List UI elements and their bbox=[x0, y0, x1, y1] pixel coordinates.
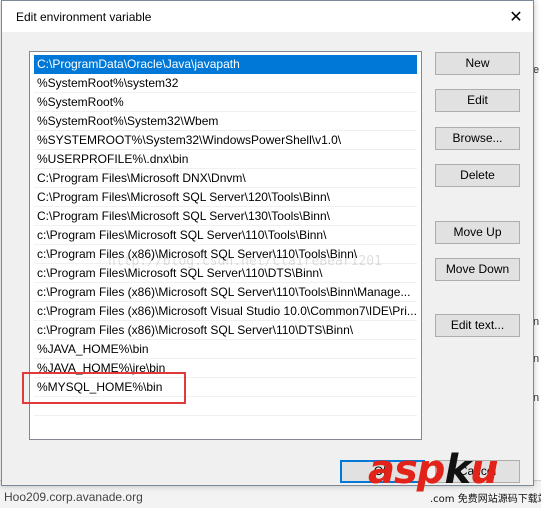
list-item[interactable]: %USERPROFILE%\.dnx\bin bbox=[34, 150, 417, 169]
move-up-button[interactable]: Move Up bbox=[435, 221, 520, 244]
list-item[interactable]: c:\Program Files (x86)\Microsoft Visual … bbox=[34, 302, 417, 321]
edit-button[interactable]: Edit bbox=[435, 89, 520, 112]
title-bar[interactable]: Edit environment variable ✕ bbox=[2, 1, 533, 32]
list-item[interactable]: C:\Program Files\Microsoft DNX\Dnvm\ bbox=[34, 169, 417, 188]
close-icon: ✕ bbox=[509, 8, 523, 26]
list-item[interactable]: c:\Program Files (x86)\Microsoft SQL Ser… bbox=[34, 321, 417, 340]
cancel-button[interactable]: Cancel bbox=[435, 460, 520, 483]
list-item[interactable]: %MYSQL_HOME%\bin bbox=[34, 378, 417, 397]
edit-text-button[interactable]: Edit text... bbox=[435, 314, 520, 337]
list-item[interactable]: C:\Program Files\Microsoft SQL Server\13… bbox=[34, 207, 417, 226]
ok-button[interactable]: OK bbox=[340, 460, 425, 483]
list-item[interactable]: %SystemRoot% bbox=[34, 93, 417, 112]
close-button[interactable]: ✕ bbox=[499, 1, 533, 32]
path-entries-list[interactable]: C:\ProgramData\Oracle\Java\javapath %Syst… bbox=[29, 51, 422, 440]
list-item[interactable]: c:\Program Files\Microsoft SQL Server\11… bbox=[34, 226, 417, 245]
delete-button[interactable]: Delete bbox=[435, 164, 520, 187]
edit-environment-variable-dialog: Edit environment variable ✕ C:\ProgramDa… bbox=[1, 0, 534, 486]
list-item[interactable]: c:\Program Files\Microsoft SQL Server\11… bbox=[34, 264, 417, 283]
desktop-stage: g g d e n n n Hoo209.corp.avanade.org Ed… bbox=[0, 0, 541, 508]
window-title: Edit environment variable bbox=[16, 10, 152, 24]
list-item[interactable]: %JAVA_HOME%\jre\bin bbox=[34, 359, 417, 378]
list-item[interactable]: C:\ProgramData\Oracle\Java\javapath bbox=[34, 55, 417, 74]
move-down-button[interactable]: Move Down bbox=[435, 258, 520, 281]
list-item[interactable]: %SystemRoot%\System32\Wbem bbox=[34, 112, 417, 131]
list-item[interactable]: c:\Program Files (x86)\Microsoft SQL Ser… bbox=[34, 245, 417, 264]
list-item[interactable] bbox=[34, 397, 417, 416]
list-item[interactable]: %SystemRoot%\system32 bbox=[34, 74, 417, 93]
list-item[interactable]: %JAVA_HOME%\bin bbox=[34, 340, 417, 359]
list-item[interactable]: %SYSTEMROOT%\System32\WindowsPowerShell\… bbox=[34, 131, 417, 150]
browse-button[interactable]: Browse... bbox=[435, 127, 520, 150]
list-item[interactable]: C:\Program Files\Microsoft SQL Server\12… bbox=[34, 188, 417, 207]
new-button[interactable]: New bbox=[435, 52, 520, 75]
background-hostname-text: Hoo209.corp.avanade.org bbox=[4, 490, 143, 504]
list-item[interactable]: c:\Program Files (x86)\Microsoft SQL Ser… bbox=[34, 283, 417, 302]
